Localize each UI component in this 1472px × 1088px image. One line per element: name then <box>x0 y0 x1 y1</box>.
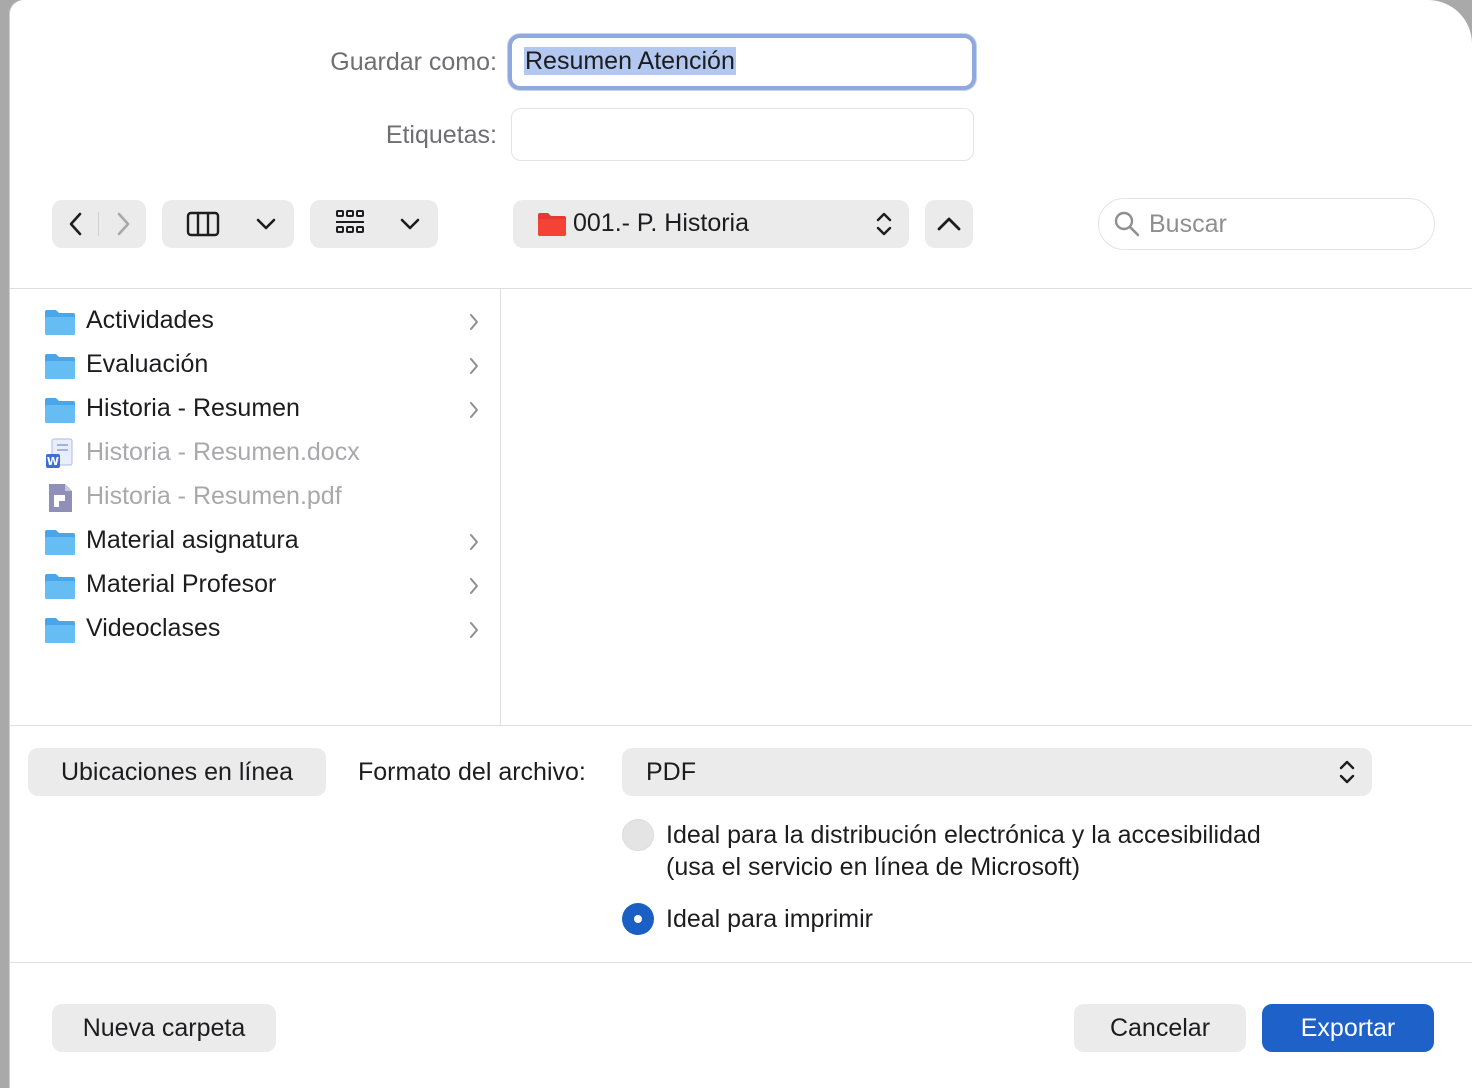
save-as-label: Guardar como: <box>330 48 497 76</box>
list-item[interactable]: Historia - Resumen <box>40 388 480 432</box>
pdf-document-icon <box>49 484 72 512</box>
search-placeholder: Buscar <box>1149 210 1227 238</box>
new-folder-button[interactable]: Nueva carpeta <box>52 1004 276 1052</box>
item-name: Evaluación <box>86 350 209 378</box>
column-view-button[interactable] <box>162 200 294 248</box>
item-name: Actividades <box>86 306 214 334</box>
divider <box>10 725 1472 726</box>
location-popup[interactable]: 001.- P. Historia <box>513 200 909 248</box>
location-label: 001.- P. Historia <box>573 209 750 237</box>
list-item: Historia - Resumen.pdf <box>40 476 480 520</box>
chevron-down-icon <box>400 218 420 230</box>
option-print: Ideal para imprimir <box>666 905 874 933</box>
group-view-button[interactable] <box>310 200 438 248</box>
back-forward-control <box>52 200 146 248</box>
item-name: Material Profesor <box>86 570 277 598</box>
radio-print[interactable] <box>622 903 654 935</box>
column-divider <box>500 289 501 725</box>
tags-input[interactable] <box>511 108 974 161</box>
list-item[interactable]: Evaluación <box>40 344 480 388</box>
folder-icon <box>45 310 75 335</box>
chevron-right-icon <box>470 622 478 638</box>
format-select[interactable]: PDF <box>622 748 1372 796</box>
save-as-value: Resumen Atención <box>524 47 736 75</box>
back-button[interactable] <box>52 200 99 248</box>
grid-view-icon <box>336 210 364 233</box>
folder-icon <box>45 574 75 599</box>
folder-icon <box>45 354 75 379</box>
folder-icon <box>45 618 75 643</box>
list-item[interactable]: Actividades <box>40 300 480 344</box>
chevron-right-icon <box>470 534 478 550</box>
chevron-up-icon <box>937 217 961 231</box>
item-name: Historia - Resumen <box>86 394 300 422</box>
divider <box>10 962 1472 963</box>
svg-text:W: W <box>47 455 59 468</box>
format-label: Formato del archivo: <box>358 758 586 786</box>
item-name: Videoclases <box>86 614 221 642</box>
chevron-down-icon <box>256 218 276 230</box>
folder-icon <box>538 213 566 236</box>
chevron-right-icon <box>470 314 478 330</box>
chevron-right-icon <box>470 358 478 374</box>
list-item: W Historia - Resumen.docx <box>40 432 480 476</box>
cancel-button[interactable]: Cancelar <box>1074 1004 1246 1052</box>
option-electronic-line2: (usa el servicio en línea de Microsoft) <box>666 853 1081 881</box>
item-name: Historia - Resumen.docx <box>86 438 360 466</box>
search-field[interactable]: Buscar <box>1098 198 1435 250</box>
save-as-input[interactable]: Resumen Atención <box>508 34 976 90</box>
up-down-chevron-icon <box>1339 760 1355 784</box>
item-name: Material asignatura <box>86 526 299 554</box>
format-value: PDF <box>646 758 696 786</box>
divider <box>10 288 1472 289</box>
export-button[interactable]: Exportar <box>1262 1004 1434 1052</box>
option-electronic-line1: Ideal para la distribución electrónica y… <box>666 821 1261 849</box>
radio-electronic[interactable] <box>622 819 654 851</box>
chevron-right-icon <box>470 402 478 418</box>
list-item[interactable]: Videoclases <box>40 608 480 652</box>
list-item[interactable]: Material asignatura <box>40 520 480 564</box>
chevron-right-icon <box>470 578 478 594</box>
chevron-right-icon <box>117 212 130 236</box>
word-document-icon: W <box>46 438 73 468</box>
collapse-button[interactable] <box>925 200 973 248</box>
folder-icon <box>45 530 75 555</box>
chevron-left-icon <box>69 212 82 236</box>
up-down-chevron-icon <box>876 212 892 236</box>
columns-view-icon <box>186 211 220 237</box>
item-name: Historia - Resumen.pdf <box>86 482 342 510</box>
list-item[interactable]: Material Profesor <box>40 564 480 608</box>
online-locations-button[interactable]: Ubicaciones en línea <box>28 748 326 796</box>
search-icon <box>1114 211 1140 237</box>
forward-button[interactable] <box>99 200 146 248</box>
save-dialog: Guardar como: Resumen Atención Etiquetas… <box>10 0 1472 1088</box>
tags-label: Etiquetas: <box>385 121 497 149</box>
folder-icon <box>45 398 75 423</box>
